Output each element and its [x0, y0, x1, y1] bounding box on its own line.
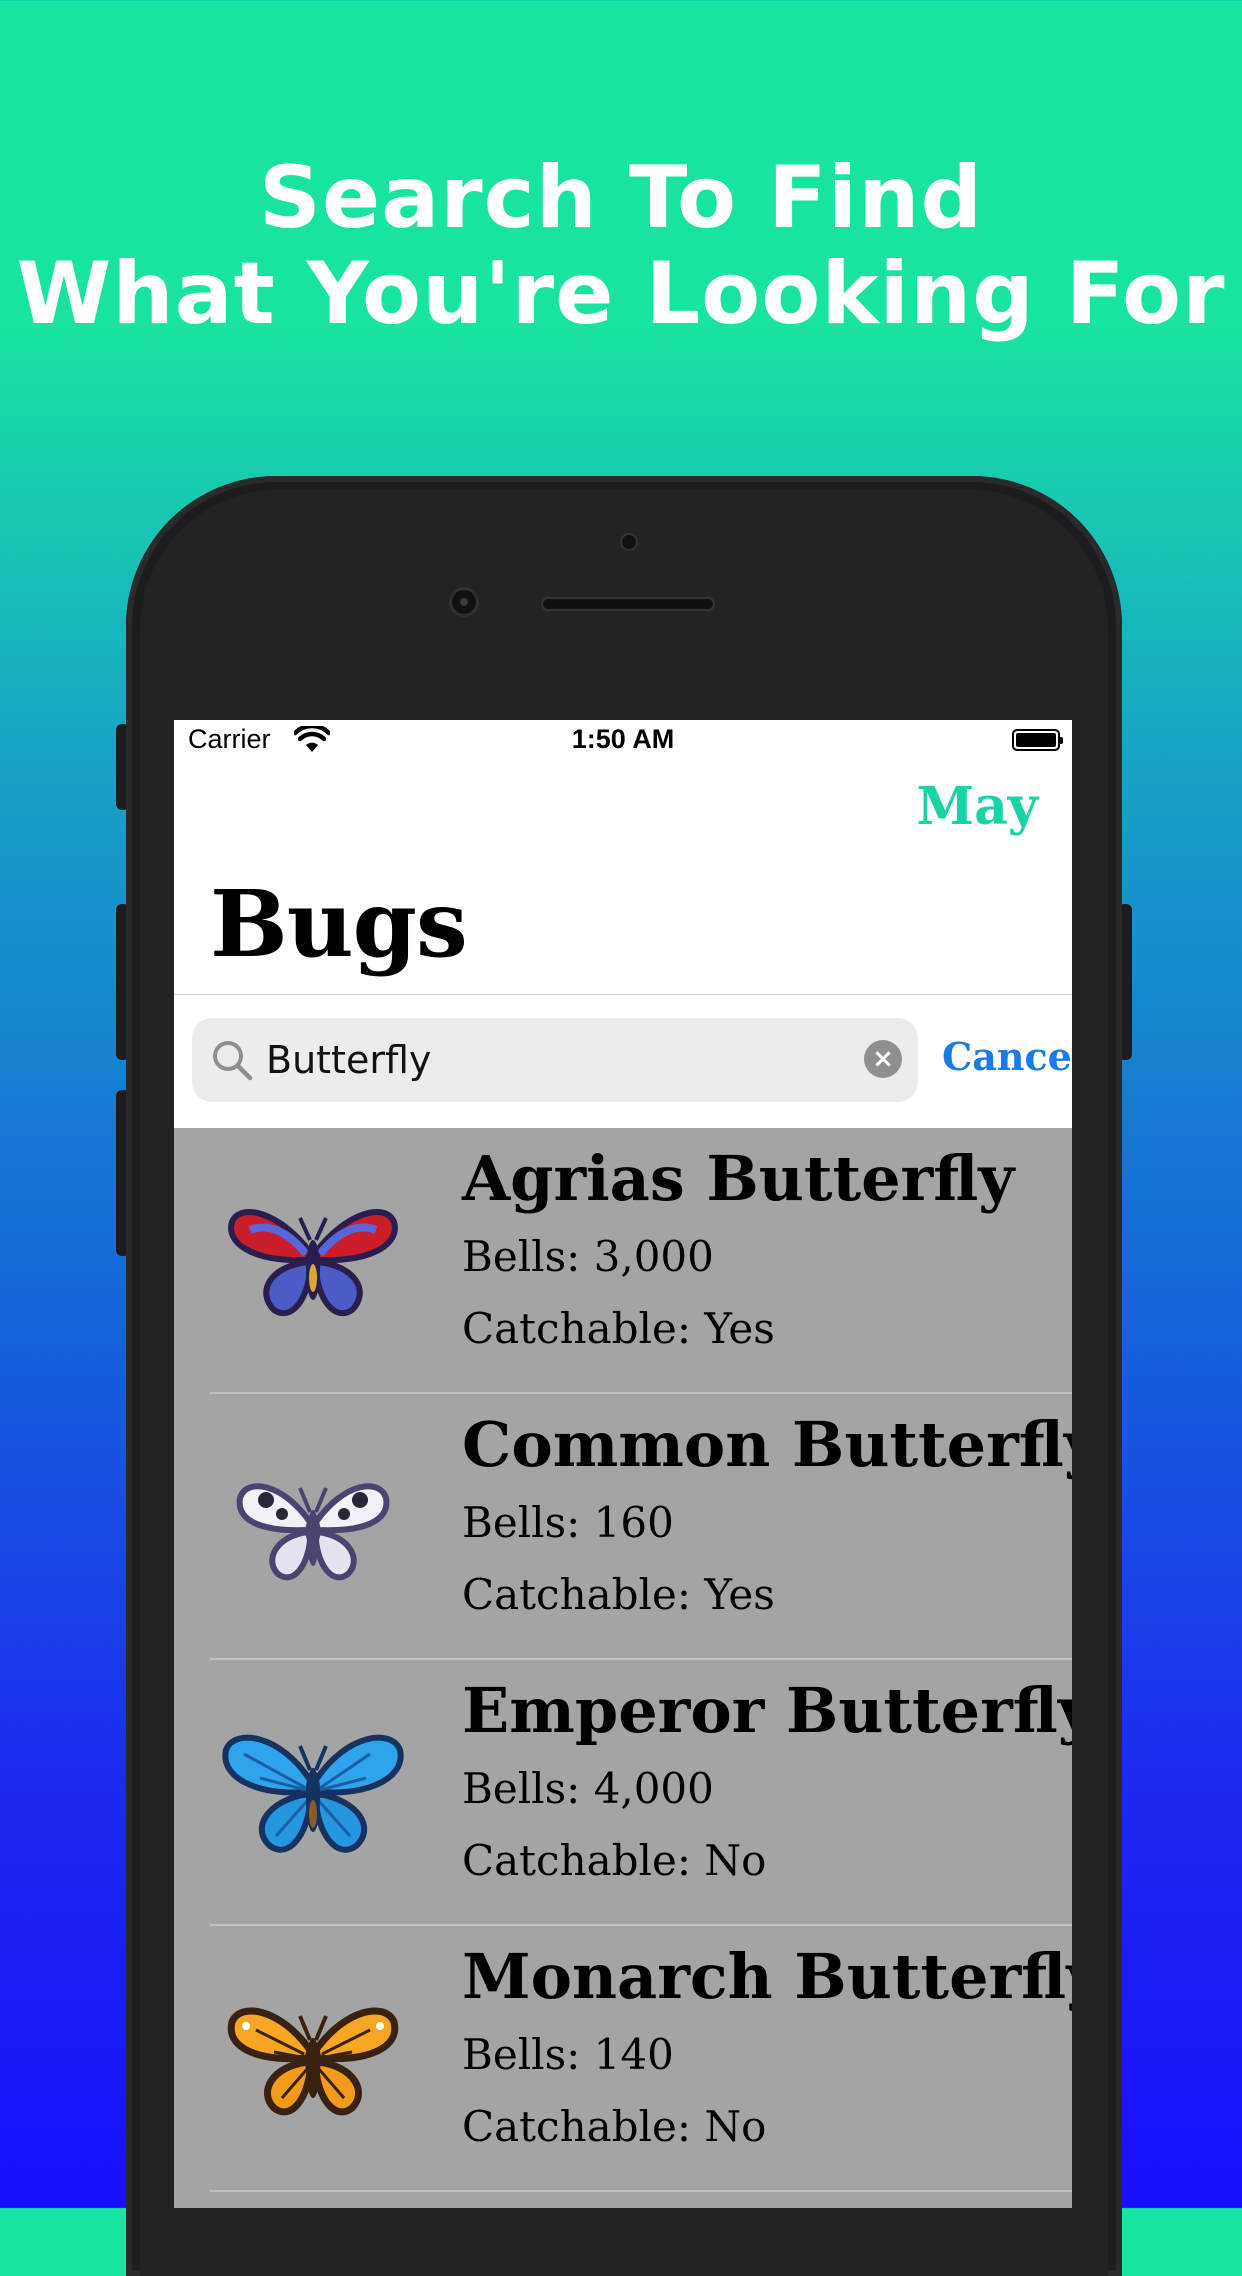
row-divider — [210, 2190, 1072, 2192]
search-bar[interactable]: × — [192, 1018, 918, 1102]
bug-catchable: Catchable: Yes — [462, 1304, 775, 1353]
bug-name: Agrias Butterfly — [462, 1142, 1015, 1215]
bug-bells: Bells: 140 — [462, 2030, 674, 2079]
list-item[interactable]: Common Butterfly Bells: 160 Catchable: Y… — [174, 1394, 1072, 1660]
emperor-butterfly-icon — [222, 1734, 404, 1853]
bug-catchable: Catchable: No — [462, 2102, 767, 2151]
agrias-butterfly-icon — [228, 1209, 398, 1317]
front-camera-icon — [449, 587, 479, 617]
cancel-button[interactable]: Cancel — [942, 1034, 1072, 1079]
bug-catchable: Catchable: Yes — [462, 1570, 775, 1619]
results-list: Agrias Butterfly Bells: 3,000 Catchable:… — [174, 1128, 1072, 2208]
proximity-sensor — [620, 533, 638, 551]
list-item[interactable]: Emperor Butterfly Bells: 4,000 Catchable… — [174, 1660, 1072, 1926]
status-time: 1:50 AM — [571, 724, 675, 754]
bug-bells: Bells: 4,000 — [462, 1764, 714, 1813]
month-button[interactable]: May — [917, 776, 1038, 837]
app-screen: Carrier 1:50 AM May Bugs × Cancel — [174, 720, 1072, 2208]
status-bar: Carrier 1:50 AM — [174, 720, 1072, 764]
bug-bells: Bells: 3,000 — [462, 1232, 714, 1281]
headline-line-2: What You're Looking For — [16, 244, 1226, 344]
earpiece-speaker — [541, 597, 715, 611]
bug-name: Emperor Butterfly — [462, 1674, 1072, 1747]
bug-name: Common Butterfly — [462, 1408, 1072, 1481]
bug-bells: Bells: 160 — [462, 1498, 674, 1547]
search-input[interactable] — [266, 1018, 826, 1102]
monarch-butterfly-icon — [227, 2007, 399, 2116]
page-title: Bugs — [210, 870, 468, 978]
clear-search-icon[interactable]: × — [864, 1040, 902, 1078]
bug-catchable: Catchable: No — [462, 1836, 767, 1885]
list-item[interactable]: Monarch Butterfly Bells: 140 Catchable: … — [174, 1926, 1072, 2192]
battery-icon — [1012, 729, 1063, 751]
list-item[interactable]: Agrias Butterfly Bells: 3,000 Catchable:… — [174, 1128, 1072, 1394]
common-butterfly-icon — [236, 1483, 390, 1581]
headline-line-1: Search To Find — [258, 148, 984, 248]
header-divider — [174, 994, 1072, 995]
bug-name: Monarch Butterfly — [462, 1940, 1072, 2013]
search-icon — [213, 1041, 253, 1081]
headline: Search To Find What You're Looking For — [0, 150, 1242, 342]
